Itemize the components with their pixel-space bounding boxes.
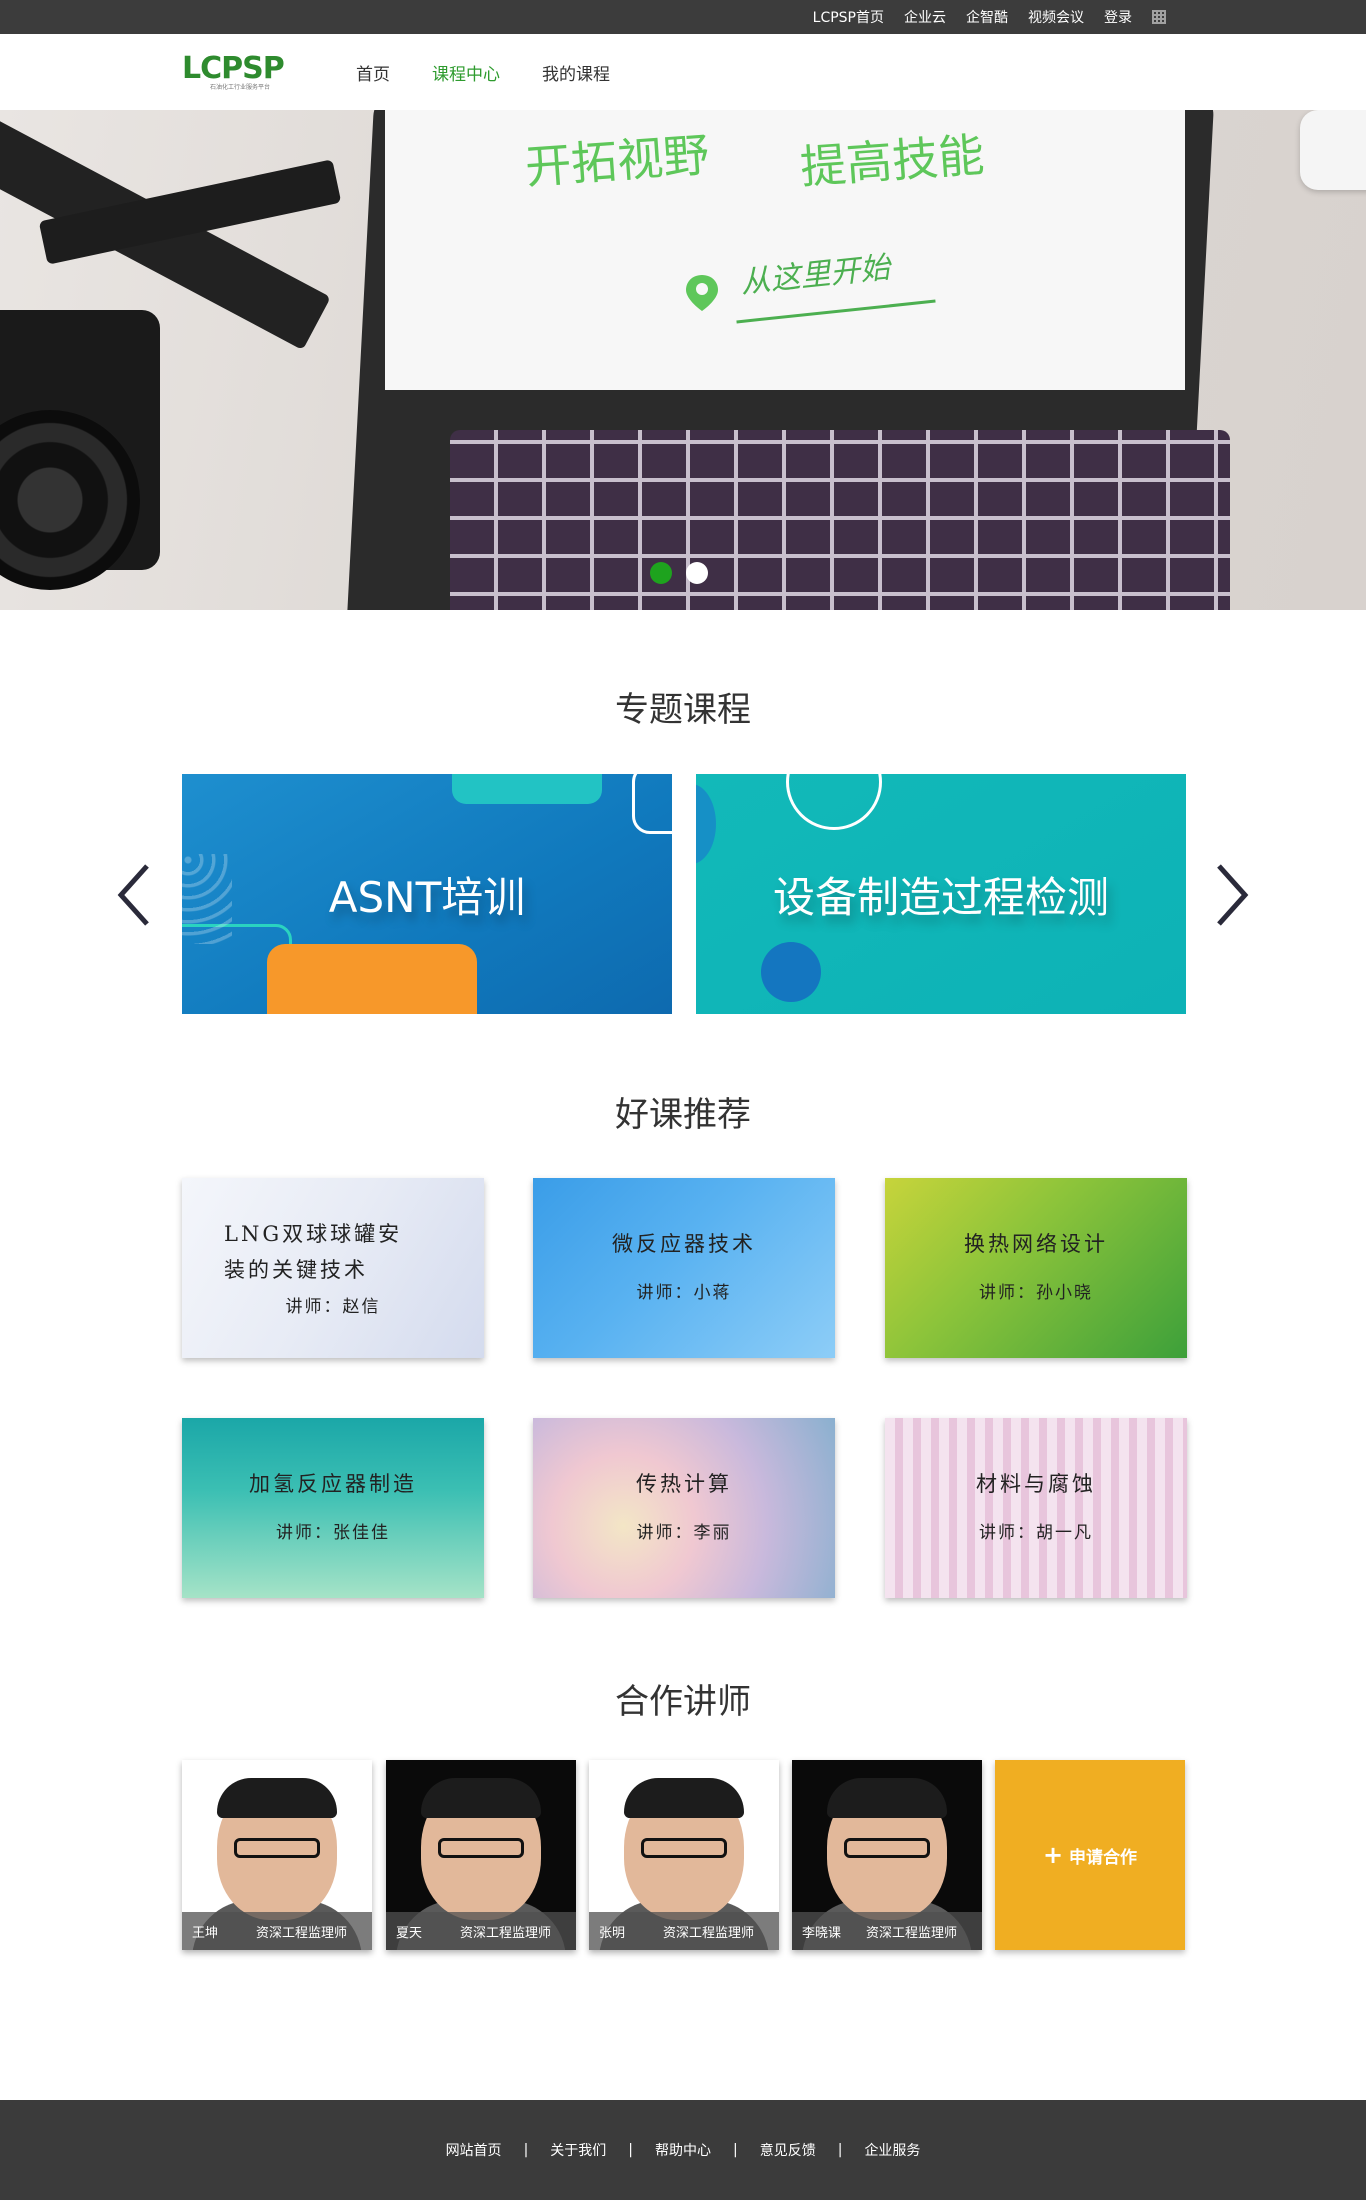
top-link-video-meeting[interactable]: 视频会议 — [1028, 7, 1084, 27]
nav-item-course-center[interactable]: 课程中心 — [432, 60, 500, 85]
topic-card-label: 设备制造过程检测 — [772, 872, 1109, 922]
section-title-topics: 专题课程 — [615, 690, 751, 730]
top-bar: LCPSP首页 企业云 企智酷 视频会议 登录 — [0, 0, 1366, 34]
teacher-photo — [641, 1838, 727, 1858]
laptop-screen — [385, 110, 1185, 390]
teacher-name: 王坤 — [192, 1925, 219, 1941]
logo-text: LCPSP — [182, 51, 285, 86]
footer-separator: | — [628, 2142, 633, 2158]
chevron-left-icon — [117, 864, 149, 926]
teacher-caption: 夏天 资深工程监理师 — [386, 1912, 576, 1950]
site-logo[interactable]: LCPSP 石油化工行业服务平台 — [182, 53, 302, 91]
carousel-next-button[interactable] — [1213, 860, 1253, 930]
teacher-photo — [624, 1778, 744, 1818]
qr-code-icon[interactable] — [1152, 10, 1166, 24]
teacher-caption: 李晓课 资深工程监理师 — [792, 1912, 982, 1950]
phone-image — [1300, 110, 1366, 190]
carousel-prev-button[interactable] — [113, 860, 153, 930]
teacher-role: 资深工程监理师 — [866, 1925, 958, 1941]
course-card[interactable]: 换热网络设计 讲师：孙小晓 — [885, 1178, 1187, 1358]
top-links: LCPSP首页 企业云 企智酷 视频会议 登录 — [813, 0, 1166, 34]
nav-item-my-courses[interactable]: 我的课程 — [542, 60, 610, 85]
footer-separator: | — [837, 2142, 843, 2158]
logo-subtitle: 石油化工行业服务平台 — [210, 84, 271, 91]
location-pin-icon — [686, 275, 718, 311]
topic-card-asnt[interactable]: ASNT培训 — [182, 774, 672, 1014]
teacher-photo — [438, 1838, 524, 1858]
teacher-photo — [421, 1778, 541, 1818]
course-teacher: 讲师：李丽 — [636, 1523, 732, 1543]
course-title: 加氢反应器制造 — [249, 1472, 417, 1496]
carousel-dots — [650, 562, 708, 584]
header: LCPSP 石油化工行业服务平台 首页 课程中心 我的课程 — [0, 34, 1366, 110]
course-title: 换热网络设计 — [964, 1232, 1108, 1256]
footer-separator: | — [733, 2142, 738, 2158]
course-title: 材料与腐蚀 — [976, 1472, 1096, 1496]
course-teacher: 讲师：小蒋 — [636, 1283, 732, 1303]
course-teacher: 讲师：赵信 — [285, 1297, 381, 1317]
course-teacher: 讲师：胡一凡 — [979, 1523, 1093, 1543]
teacher-name: 夏天 — [396, 1925, 423, 1941]
footer-link-about[interactable]: 关于我们 — [550, 2140, 606, 2160]
footer: 网站首页 | 关于我们 | 帮助中心 | 意见反馈 | 企业服务 — [0, 2100, 1366, 2200]
course-teacher: 讲师：张佳佳 — [276, 1523, 390, 1543]
carousel-dot-2[interactable] — [686, 562, 708, 584]
teacher-photo — [217, 1778, 337, 1818]
course-title: 传热计算 — [636, 1472, 732, 1496]
apply-cooperation-button[interactable]: + 申请合作 — [995, 1760, 1185, 1950]
login-link[interactable]: 登录 — [1104, 7, 1132, 27]
teacher-card[interactable]: 夏天 资深工程监理师 — [386, 1760, 576, 1950]
teacher-name: 张明 — [599, 1925, 626, 1941]
nav-item-home[interactable]: 首页 — [356, 60, 390, 85]
topic-card-equipment-inspection[interactable]: 设备制造过程检测 — [696, 774, 1186, 1014]
course-title: LNG双球球罐安装的关键技术 — [224, 1222, 403, 1282]
top-link-enterprise-cloud[interactable]: 企业云 — [904, 7, 946, 27]
top-link-lcpsp-home[interactable]: LCPSP首页 — [813, 7, 884, 27]
teacher-role: 资深工程监理师 — [460, 1925, 552, 1941]
section-title-teachers: 合作讲师 — [615, 1682, 751, 1722]
hero-banner[interactable]: 开拓视野 提高技能 从这里开始 — [0, 110, 1366, 610]
chevron-right-icon — [1217, 864, 1249, 926]
teacher-card[interactable]: 张明 资深工程监理师 — [589, 1760, 779, 1950]
course-teacher: 讲师：孙小晓 — [979, 1283, 1093, 1303]
apply-cooperation-label: 申请合作 — [1069, 1847, 1138, 1868]
top-link-qizhiku[interactable]: 企智酷 — [966, 7, 1008, 27]
banner-title-1: 开拓视野 — [523, 127, 711, 195]
footer-link-feedback[interactable]: 意见反馈 — [760, 2140, 816, 2160]
banner-title-2: 提高技能 — [798, 127, 986, 195]
footer-link-home[interactable]: 网站首页 — [446, 2140, 502, 2160]
topic-card-label: ASNT培训 — [328, 872, 526, 922]
teacher-card[interactable]: 李晓课 资深工程监理师 — [792, 1760, 982, 1950]
course-card[interactable]: LNG双球球罐安装的关键技术 讲师：赵信 — [182, 1178, 484, 1358]
footer-link-help[interactable]: 帮助中心 — [655, 2140, 711, 2160]
course-card[interactable]: 加氢反应器制造 讲师：张佳佳 — [182, 1418, 484, 1598]
section-title-courses: 好课推荐 — [615, 1095, 751, 1135]
teacher-photo — [234, 1838, 320, 1858]
teacher-caption: 王坤 资深工程监理师 — [182, 1912, 372, 1950]
carousel-dot-1[interactable] — [650, 562, 672, 584]
teacher-photo — [844, 1838, 930, 1858]
course-card[interactable]: 微反应器技术 讲师：小蒋 — [533, 1178, 835, 1358]
keyboard-image — [450, 430, 1230, 610]
teacher-card[interactable]: 王坤 资深工程监理师 — [182, 1760, 372, 1950]
teacher-caption: 张明 资深工程监理师 — [589, 1912, 779, 1950]
teacher-role: 资深工程监理师 — [663, 1925, 755, 1941]
course-card[interactable]: 传热计算 讲师：李丽 — [533, 1418, 835, 1598]
footer-separator: | — [523, 2142, 529, 2158]
teacher-photo — [827, 1778, 947, 1818]
plus-icon: + — [1042, 1841, 1064, 1869]
course-title: 微反应器技术 — [612, 1232, 756, 1256]
teacher-name: 李晓课 — [802, 1925, 842, 1941]
main-nav: 首页 课程中心 我的课程 — [356, 34, 610, 110]
course-card[interactable]: 材料与腐蚀 讲师：胡一凡 — [885, 1418, 1187, 1598]
footer-link-enterprise-service[interactable]: 企业服务 — [864, 2140, 920, 2160]
teacher-role: 资深工程监理师 — [256, 1925, 348, 1941]
